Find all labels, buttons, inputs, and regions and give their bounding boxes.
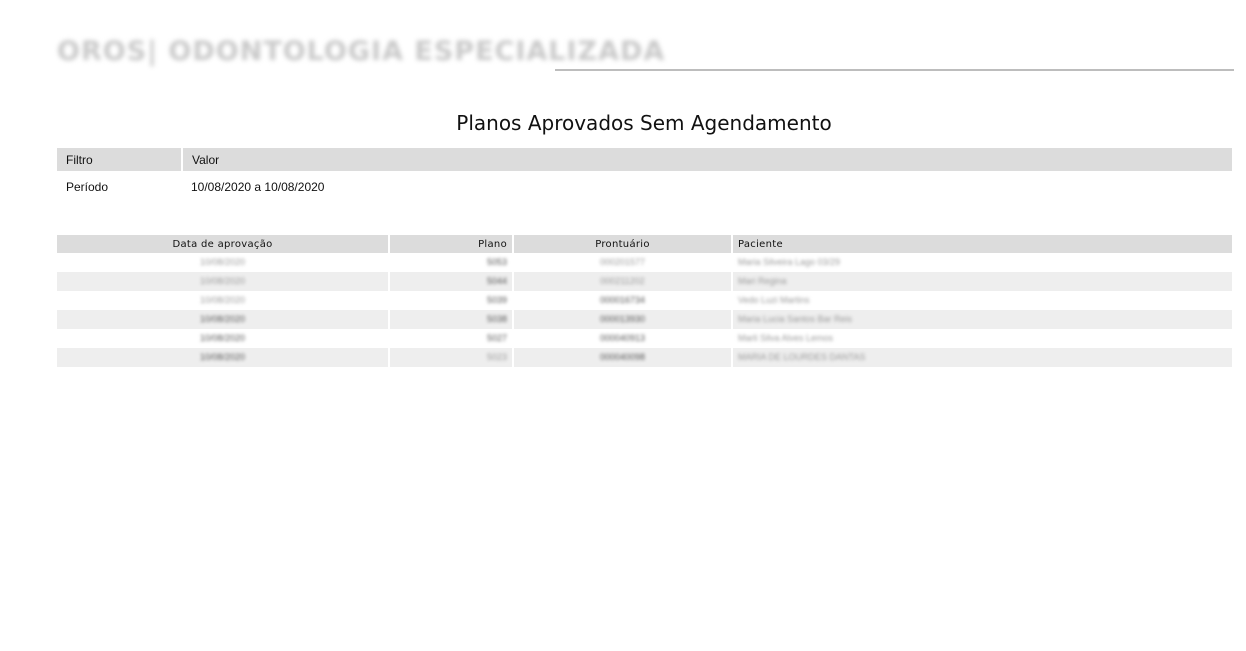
report-header: OROS| ODONTOLOGIA ESPECIALIZADA — [57, 34, 1234, 72]
plan-column-header: Plano — [388, 235, 513, 253]
table-row: 10/08/2020 5039 000016734 Vedo Luzi Mart… — [57, 291, 1232, 310]
record-number: 000211202 — [600, 276, 645, 286]
table-row: 10/08/2020 5053 000201577 Maria Silveira… — [57, 253, 1232, 272]
plan-number: 5038 — [486, 314, 507, 324]
record-number: 000040098 — [599, 352, 646, 362]
record-number: 000013930 — [599, 314, 646, 324]
approval-date: 10/08/2020 — [199, 352, 246, 362]
patient-name: MARIA DE LOURDES DANTAS — [738, 352, 866, 362]
value-column-header: Valor — [182, 148, 1232, 171]
patient-column-header: Paciente — [731, 235, 1232, 253]
clinic-name-logo: OROS| ODONTOLOGIA ESPECIALIZADA — [57, 36, 666, 67]
table-row: 10/08/2020 5038 000013930 Maria Lucia Sa… — [57, 310, 1232, 329]
patient-name: Maria Lucia Santos Bar Reis — [738, 314, 853, 324]
filter-table: Filtro Valor Período 10/08/2020 a 10/08/… — [57, 148, 1232, 203]
filter-column-header: Filtro — [57, 148, 183, 171]
filter-name: Período — [66, 180, 109, 194]
approval-date-column-header: Data de aprovação — [57, 235, 389, 253]
plan-number: 5053 — [486, 257, 507, 267]
record-number: 000201577 — [599, 257, 646, 267]
plan-number: 5027 — [486, 333, 507, 343]
table-row: 10/08/2020 5023 000040098 MARIA DE LOURD… — [57, 348, 1232, 367]
patient-name: Marli Silva Alves Lemos — [738, 333, 834, 343]
table-row: 10/08/2020 5027 000040913 Marli Silva Al… — [57, 329, 1232, 348]
approved-plans-table: Data de aprovação Plano Prontuário Pacie… — [57, 235, 1232, 367]
record-number: 000016734 — [599, 295, 646, 305]
patient-name: Mari Regina — [738, 276, 787, 286]
plan-number: 5044 — [486, 276, 507, 286]
results-table-header: Data de aprovação Plano Prontuário Pacie… — [57, 235, 1232, 253]
table-row: 10/08/2020 5044 000211202 Mari Regina — [57, 272, 1232, 291]
record-number: 000040913 — [599, 333, 646, 343]
patient-name: Maria Silveira Lago 03/29 — [738, 257, 841, 267]
patient-name: Vedo Luzi Martins — [738, 295, 810, 305]
filter-row: Período 10/08/2020 a 10/08/2020 — [57, 171, 1232, 203]
approval-date: 10/08/2020 — [199, 257, 246, 267]
header-divider — [555, 69, 1234, 71]
filter-value: 10/08/2020 a 10/08/2020 — [191, 180, 325, 194]
report-title: Planos Aprovados Sem Agendamento — [456, 111, 832, 136]
approval-date: 10/08/2020 — [199, 333, 246, 343]
filter-table-header: Filtro Valor — [57, 148, 1232, 171]
approval-date: 10/08/2020 — [199, 314, 246, 324]
record-column-header: Prontuário — [512, 235, 732, 253]
plan-number: 5023 — [486, 352, 507, 362]
plan-number: 5039 — [486, 295, 507, 305]
approval-date: 10/08/2020 — [199, 295, 246, 305]
approval-date: 10/08/2020 — [199, 276, 246, 286]
